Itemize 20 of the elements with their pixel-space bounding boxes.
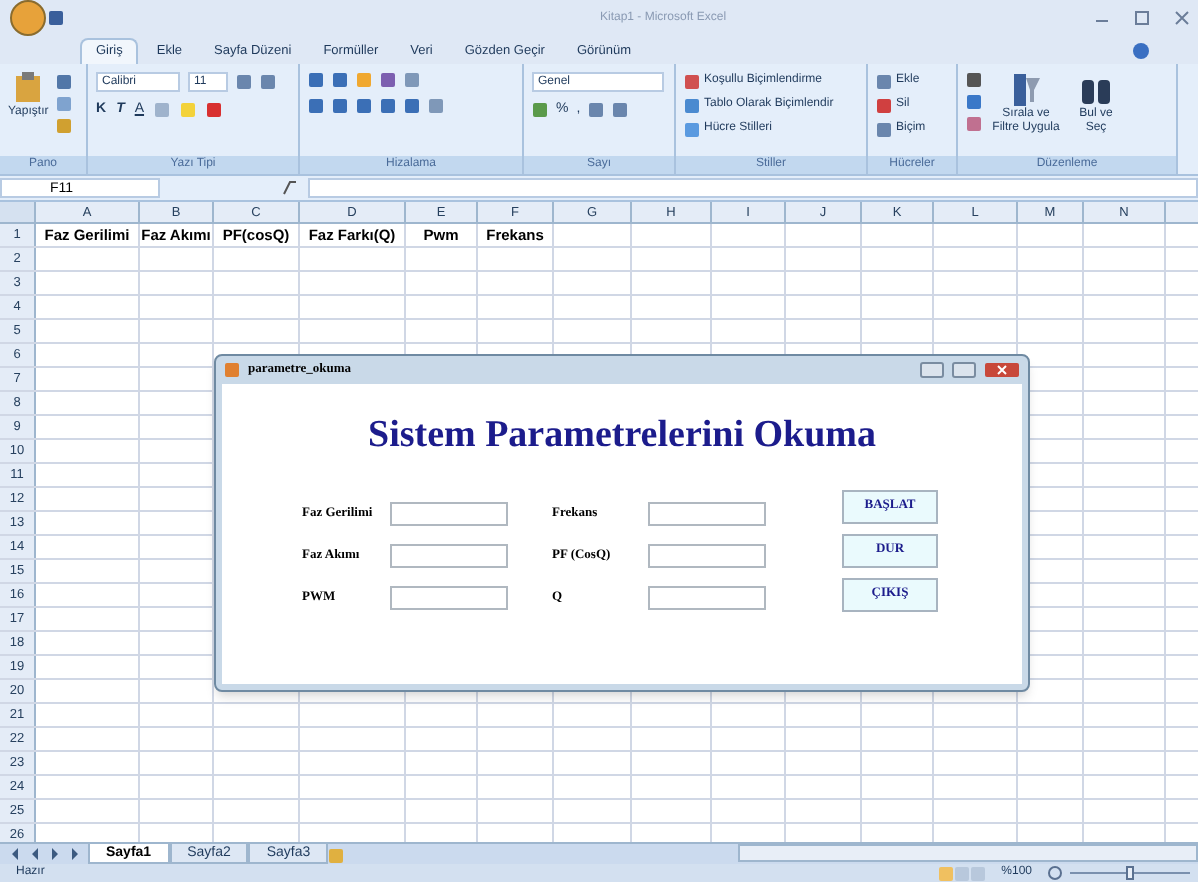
maximize-icon[interactable] [1134,10,1150,26]
maximize-icon[interactable] [952,362,976,378]
dialog-heading: Sistem Parametrelerini Okuma [366,412,878,460]
input-field[interactable] [390,501,508,525]
clipboard-icon[interactable] [14,72,43,104]
function-icon[interactable] [280,180,300,196]
input-field[interactable] [648,585,766,609]
sort-filter-icon[interactable] [1010,72,1042,108]
horizontal-scrollbar[interactable] [738,844,1198,862]
sheet-navigation-icon[interactable] [8,846,80,862]
minimize-icon[interactable] [920,362,944,378]
zoom-thumb[interactable] [1126,866,1134,880]
input-field[interactable] [648,501,766,525]
input-field[interactable] [648,543,766,567]
close-icon[interactable] [1174,10,1190,26]
close-icon[interactable] [984,362,1020,378]
input-field[interactable] [390,543,508,567]
office-logo-icon[interactable] [8,0,48,36]
zoom-out-icon[interactable] [1048,866,1062,880]
input-field[interactable] [390,585,508,609]
